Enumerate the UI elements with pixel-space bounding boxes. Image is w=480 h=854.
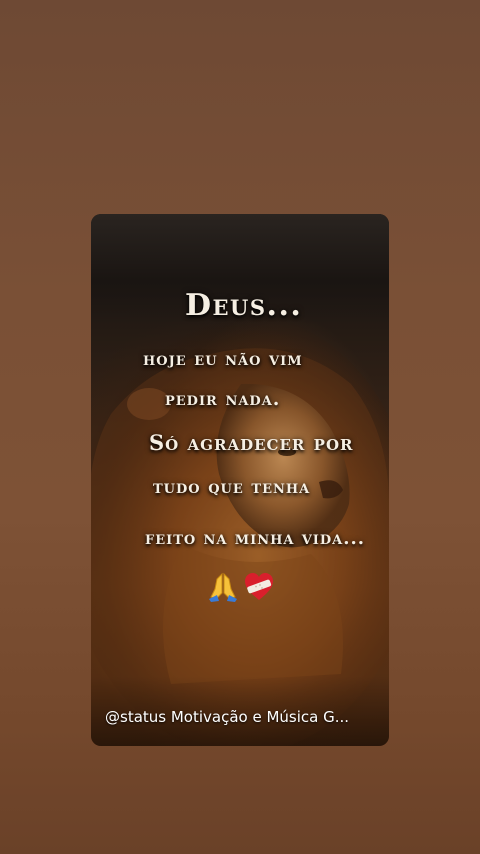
quote-line-4: Só agradecer por [149,430,354,455]
quote-line-6: feito na minha vida... [145,528,366,549]
channel-credit[interactable]: @status Motivação e Música G... [105,708,349,726]
quote-text-block: Deus... hoje eu não vim pedir nada. Só a… [91,214,389,746]
quote-line-3: pedir nada. [165,388,281,410]
status-card[interactable]: Deus... hoje eu não vim pedir nada. Só a… [91,214,389,746]
praying-hands-icon [209,572,237,602]
emoji-row [207,570,275,604]
quote-line-deus: Deus... [185,288,303,323]
quote-line-2: hoje eu não vim [143,348,303,370]
mending-heart-icon [245,573,273,600]
quote-line-5: tudo que tenha [153,476,311,498]
